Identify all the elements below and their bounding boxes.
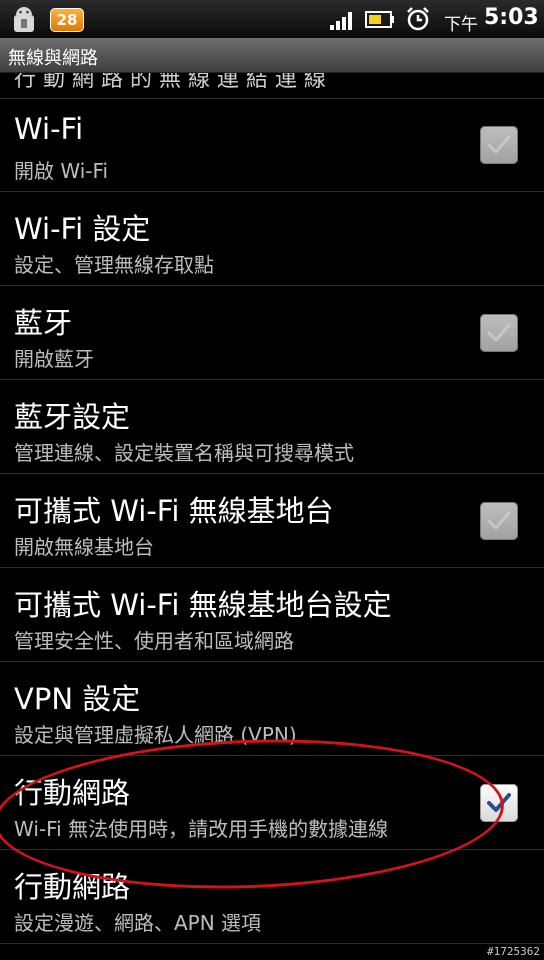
checkbox-unchecked[interactable]: [480, 126, 518, 164]
settings-item-summary: 設定與管理虛擬私人網路 (VPN): [14, 723, 297, 747]
settings-item-summary: 設定、管理無線存取點: [14, 253, 214, 277]
settings-item-summary: Wi-Fi 無法使用時，請改用手機的數據連線: [14, 817, 389, 841]
settings-item-title: 行動網路: [14, 776, 131, 810]
settings-item[interactable]: 藍牙 開啟藍牙: [0, 286, 544, 380]
notification-count-badge: 28: [50, 8, 84, 32]
settings-item-summary: 開啟藍牙: [14, 347, 94, 371]
settings-item-summary: 管理安全性、使用者和區域網路: [14, 629, 294, 653]
checkbox-unchecked[interactable]: [480, 314, 518, 352]
settings-item-summary: 設定漫遊、網路、APN 選項: [14, 911, 262, 935]
checkmark-icon: [487, 135, 511, 154]
settings-item-summary: 管理連線、設定裝置名稱與可搜尋模式: [14, 441, 354, 465]
settings-item-title: 藍牙: [14, 306, 73, 340]
settings-item[interactable]: 行動網路設定漫遊、網路、APN 選項: [0, 850, 544, 944]
screen-title-bar: 無線與網路: [0, 38, 544, 73]
checkmark-icon: [487, 793, 511, 812]
settings-item-title: 行動網路: [14, 870, 131, 904]
clock-time: 5:03: [484, 5, 539, 30]
settings-item[interactable]: 行動網路 Wi-Fi 無法使用時，請改用手機的數據連線: [0, 756, 544, 850]
battery-icon: [365, 11, 394, 28]
settings-item[interactable]: Wi-Fi 設定設定、管理無線存取點: [0, 192, 544, 286]
checkbox-unchecked[interactable]: [480, 502, 518, 540]
settings-item-summary: 開啟無線基地台: [14, 535, 154, 559]
settings-item[interactable]: 可攜式 Wi-Fi 無線基地台設定管理安全性、使用者和區域網路: [0, 568, 544, 662]
settings-item[interactable]: 藍牙設定管理連線、設定裝置名稱與可搜尋模式: [0, 380, 544, 474]
screen-title: 無線與網路: [8, 48, 98, 69]
settings-item-summary: 開啟 Wi-Fi: [14, 159, 109, 183]
settings-item-title: 可攜式 Wi-Fi 無線基地台設定: [14, 588, 392, 622]
ampm-label: 下午: [444, 15, 478, 35]
settings-list: Wi-Fi 開啟 Wi-Fi Wi-Fi 設定 設定、管理無線存取點 藍牙 開啟藍牙 藍牙設…: [0, 98, 544, 944]
settings-item-title: 藍牙設定: [14, 400, 131, 434]
alarm-icon: [407, 7, 429, 31]
settings-item-title: 可攜式 Wi-Fi 無線基地台: [14, 494, 334, 528]
settings-item-title: Wi-Fi 設定: [14, 212, 151, 246]
cutoff-list-item[interactable]: 行 動 網 路 的 無 線 連 結 連 線: [0, 73, 544, 99]
checkbox-checked[interactable]: [480, 784, 518, 822]
watermark: #1725362: [487, 945, 540, 958]
settings-item[interactable]: VPN 設定設定與管理虛擬私人網路 (VPN): [0, 662, 544, 756]
status-bar: 28 下午 5:03: [0, 0, 544, 38]
settings-item[interactable]: Wi-Fi 開啟 Wi-Fi: [0, 98, 544, 192]
signal-icon: [330, 12, 352, 30]
checkmark-icon: [487, 323, 511, 342]
settings-item-title: VPN 設定: [14, 682, 141, 716]
android-debug-icon: [14, 7, 34, 32]
cutoff-list-item-text: 行 動 網 路 的 無 線 連 結 連 線: [14, 73, 326, 92]
settings-item[interactable]: 可攜式 Wi-Fi 無線基地台開啟無線基地台: [0, 474, 544, 568]
settings-item-title: Wi-Fi: [14, 112, 84, 146]
checkmark-icon: [487, 511, 511, 530]
